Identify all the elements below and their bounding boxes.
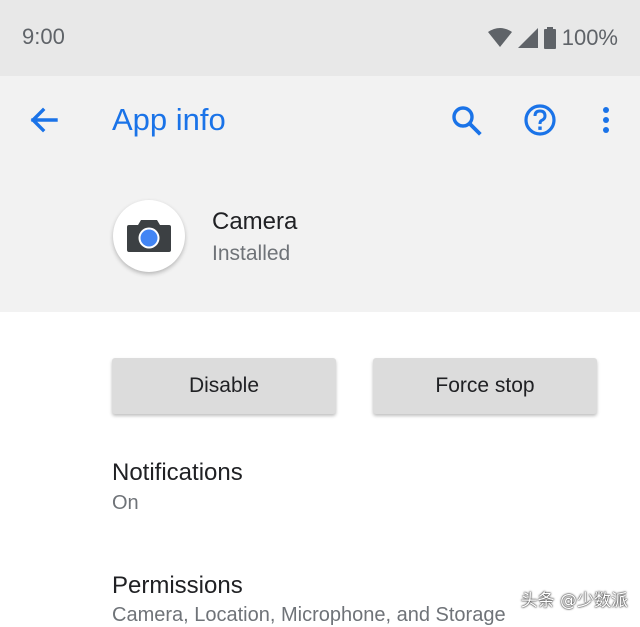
help-button[interactable] <box>520 100 560 140</box>
wifi-icon <box>487 28 512 48</box>
battery-icon <box>543 27 556 49</box>
arrow-back-icon <box>30 107 58 133</box>
search-button[interactable] <box>446 100 486 140</box>
battery-percent: 100% <box>561 25 618 50</box>
setting-title: Permissions <box>112 572 243 599</box>
camera-icon <box>127 220 171 252</box>
app-icon <box>113 200 185 272</box>
more-options-button[interactable] <box>586 100 626 140</box>
app-name: Camera <box>212 208 298 235</box>
app-install-status: Installed <box>212 242 291 265</box>
force-stop-button[interactable]: Force stop <box>373 358 597 414</box>
disable-button[interactable]: Disable <box>112 358 336 414</box>
status-bar: 9:00 100% <box>0 0 640 76</box>
page-title: App info <box>112 102 226 137</box>
help-icon <box>524 104 556 136</box>
setting-title: Notifications <box>112 459 243 486</box>
watermark: 头条 @少数派 <box>520 591 628 611</box>
more-vert-icon <box>603 107 609 133</box>
status-icons: 100% <box>487 24 618 52</box>
setting-subtitle: Camera, Location, Microphone, and Storag… <box>112 604 506 626</box>
status-time: 9:00 <box>22 24 65 49</box>
search-icon <box>452 106 482 136</box>
back-button[interactable] <box>24 100 64 140</box>
setting-subtitle: On <box>112 492 139 514</box>
cell-signal-icon <box>517 28 538 48</box>
